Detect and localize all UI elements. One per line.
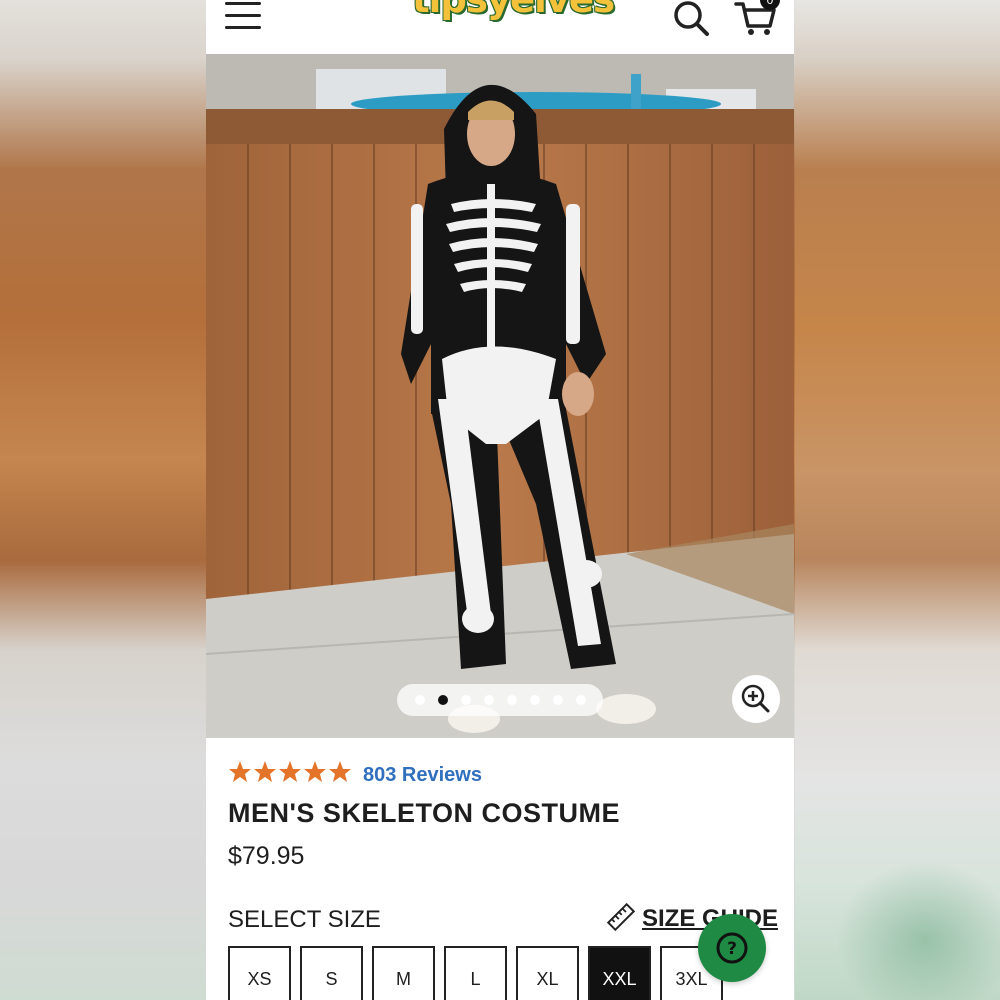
hamburger-icon[interactable] [225, 2, 261, 30]
size-option-s[interactable]: S [300, 946, 363, 1000]
logo[interactable]: tipsyelves [412, 0, 615, 40]
product-image[interactable] [206, 54, 794, 738]
carousel-dot[interactable] [461, 695, 471, 705]
star-icon [329, 761, 351, 782]
carousel-dot[interactable] [415, 695, 425, 705]
size-option-xxl[interactable]: XXL [588, 946, 651, 1000]
zoom-button[interactable] [732, 675, 780, 723]
reviews-link[interactable]: 803 Reviews [363, 764, 482, 787]
carousel-dots [397, 684, 603, 716]
star-icon [304, 761, 326, 782]
site-header: tipsyelves 0 [206, 0, 794, 54]
star-rating [229, 761, 351, 782]
product-price: $79.95 [228, 842, 305, 870]
carousel-dot[interactable] [530, 695, 540, 705]
product-title: MEN'S SKELETON COSTUME [228, 798, 620, 828]
mobile-page: tipsyelves 0 [206, 0, 794, 1000]
size-option-xs[interactable]: XS [228, 946, 291, 1000]
carousel-dot[interactable] [484, 695, 494, 705]
size-option-xl[interactable]: XL [516, 946, 579, 1000]
carousel-dot[interactable] [507, 695, 517, 705]
help-question-icon: ? [716, 932, 748, 964]
help-button[interactable]: ? [698, 914, 766, 982]
carousel-dot-active[interactable] [438, 695, 448, 705]
zoom-in-icon [741, 684, 770, 713]
size-option-l[interactable]: L [444, 946, 507, 1000]
star-icon [229, 761, 251, 782]
svg-text:?: ? [727, 939, 737, 959]
blurred-background-right [795, 0, 1000, 1000]
star-icon [279, 761, 301, 782]
size-option-m[interactable]: M [372, 946, 435, 1000]
ruler-icon [606, 902, 636, 932]
cart-button[interactable]: 0 [734, 0, 784, 38]
search-icon[interactable] [672, 0, 712, 38]
select-size-label: SELECT SIZE [228, 906, 381, 933]
carousel-dot[interactable] [576, 695, 586, 705]
star-icon [254, 761, 276, 782]
product-photo [206, 54, 794, 738]
carousel-dot[interactable] [553, 695, 563, 705]
